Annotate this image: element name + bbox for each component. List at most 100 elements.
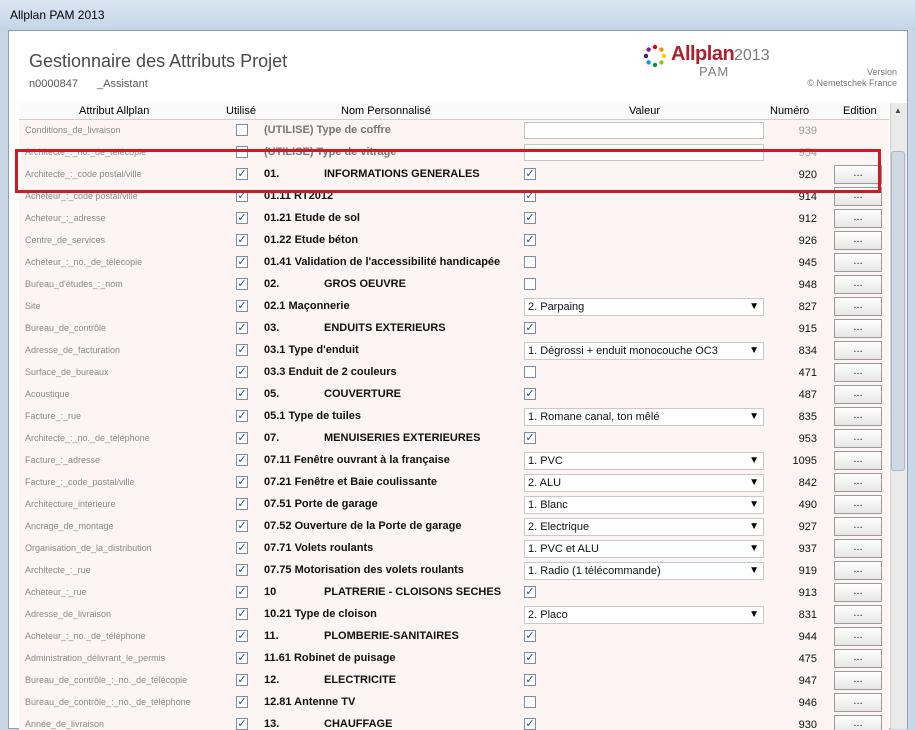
used-checkbox[interactable]: ✓ <box>236 278 248 290</box>
used-checkbox[interactable]: ✓ <box>236 498 248 510</box>
table-row: Architecte_:_code postal/ville ✓ 01. INFORM… <box>19 164 889 186</box>
value-select[interactable]: 1. Romane canal, ton mêlé ▼ <box>524 408 764 426</box>
edit-button[interactable]: ... <box>834 715 882 730</box>
value-checkbox[interactable]: ✓ <box>524 652 536 664</box>
edit-button[interactable]: ... <box>834 429 882 448</box>
col-edit[interactable]: Edition <box>843 105 877 117</box>
value-select[interactable]: 2. Parpaing ▼ <box>524 298 764 316</box>
used-checkbox[interactable] <box>236 146 248 158</box>
used-checkbox[interactable] <box>236 124 248 136</box>
edit-button[interactable]: ... <box>834 165 882 184</box>
value-checkbox[interactable]: ✓ <box>524 322 536 334</box>
value-checkbox[interactable]: ✓ <box>524 212 536 224</box>
edit-button[interactable]: ... <box>834 297 882 316</box>
col-attr[interactable]: Attribut Allplan <box>79 105 149 117</box>
custom-name-code: 12. <box>264 674 280 686</box>
used-checkbox[interactable]: ✓ <box>236 696 248 708</box>
used-checkbox[interactable]: ✓ <box>236 410 248 422</box>
used-checkbox[interactable]: ✓ <box>236 454 248 466</box>
col-number[interactable]: Numéro <box>770 105 809 117</box>
value-select[interactable]: 2. Placo ▼ <box>524 606 764 624</box>
value-checkbox[interactable] <box>524 278 536 290</box>
edit-button[interactable]: ... <box>834 231 882 250</box>
used-checkbox[interactable]: ✓ <box>236 630 248 642</box>
col-used[interactable]: Utilisé <box>226 105 256 117</box>
edit-button[interactable]: ... <box>834 583 882 602</box>
value-checkbox[interactable]: ✓ <box>524 586 536 598</box>
edit-button[interactable]: ... <box>834 605 882 624</box>
used-checkbox[interactable]: ✓ <box>236 674 248 686</box>
value-select-text: 1. PVC <box>528 455 563 467</box>
edit-button[interactable]: ... <box>834 473 882 492</box>
edit-button[interactable]: ... <box>834 539 882 558</box>
edit-button[interactable]: ... <box>834 407 882 426</box>
edit-button[interactable]: ... <box>834 187 882 206</box>
value-select[interactable]: 1. PVC ▼ <box>524 452 764 470</box>
used-checkbox[interactable]: ✓ <box>236 586 248 598</box>
value-select[interactable]: 2. Electrique ▼ <box>524 518 764 536</box>
used-checkbox[interactable]: ✓ <box>236 366 248 378</box>
value-select[interactable]: 1. PVC et ALU ▼ <box>524 540 764 558</box>
value-checkbox[interactable]: ✓ <box>524 630 536 642</box>
used-checkbox[interactable]: ✓ <box>236 542 248 554</box>
value-input[interactable] <box>524 122 764 139</box>
edit-button[interactable]: ... <box>834 561 882 580</box>
used-checkbox[interactable]: ✓ <box>236 322 248 334</box>
attribute-name: Conditions_de_livraison <box>25 125 121 135</box>
value-input[interactable] <box>524 144 764 161</box>
edit-button[interactable]: ... <box>834 253 882 272</box>
col-value[interactable]: Valeur <box>629 105 660 117</box>
value-checkbox[interactable]: ✓ <box>524 234 536 246</box>
value-checkbox[interactable]: ✓ <box>524 190 536 202</box>
used-checkbox[interactable]: ✓ <box>236 300 248 312</box>
col-name[interactable]: Nom Personnalisé <box>341 105 431 117</box>
edit-button[interactable]: ... <box>834 649 882 668</box>
edit-button[interactable]: ... <box>834 495 882 514</box>
edit-button[interactable]: ... <box>834 341 882 360</box>
value-checkbox[interactable]: ✓ <box>524 432 536 444</box>
edit-button[interactable]: ... <box>834 627 882 646</box>
used-checkbox[interactable]: ✓ <box>236 520 248 532</box>
edit-button[interactable]: ... <box>834 275 882 294</box>
value-checkbox[interactable] <box>524 256 536 268</box>
scroll-thumb[interactable] <box>891 151 905 471</box>
edit-button[interactable]: ... <box>834 385 882 404</box>
custom-name: (UTILISE) Type de coffre <box>264 124 391 136</box>
value-checkbox[interactable]: ✓ <box>524 168 536 180</box>
used-checkbox[interactable]: ✓ <box>236 718 248 730</box>
edit-button[interactable]: ... <box>834 671 882 690</box>
used-checkbox[interactable]: ✓ <box>236 388 248 400</box>
used-checkbox[interactable]: ✓ <box>236 476 248 488</box>
used-checkbox[interactable]: ✓ <box>236 212 248 224</box>
value-checkbox[interactable] <box>524 366 536 378</box>
edit-button[interactable]: ... <box>834 517 882 536</box>
used-checkbox[interactable]: ✓ <box>236 432 248 444</box>
edit-button[interactable]: ... <box>834 319 882 338</box>
value-select[interactable]: 1. Dégrossi + enduit monocouche OC3 ▼ <box>524 342 764 360</box>
used-checkbox[interactable]: ✓ <box>236 256 248 268</box>
used-checkbox[interactable]: ✓ <box>236 168 248 180</box>
value-checkbox[interactable]: ✓ <box>524 388 536 400</box>
value-select[interactable]: 1. Blanc ▼ <box>524 496 764 514</box>
attribute-name: Bureau_d'études_:_nom <box>25 279 123 289</box>
edit-button[interactable]: ... <box>834 209 882 228</box>
custom-name-section: PLATRERIE - CLOISONS SECHES <box>324 586 502 598</box>
used-checkbox[interactable]: ✓ <box>236 608 248 620</box>
used-checkbox[interactable]: ✓ <box>236 344 248 356</box>
used-checkbox[interactable]: ✓ <box>236 564 248 576</box>
table-row: Acoustique ✓ 05. COUVERTURE ✓ 487... <box>19 384 889 406</box>
edit-button[interactable]: ... <box>834 451 882 470</box>
value-checkbox[interactable]: ✓ <box>524 718 536 730</box>
edit-button[interactable]: ... <box>834 693 882 712</box>
attribute-name: Adresse_de_facturation <box>25 345 121 355</box>
used-checkbox[interactable]: ✓ <box>236 190 248 202</box>
attribute-number: 919 <box>798 565 817 577</box>
value-checkbox[interactable]: ✓ <box>524 674 536 686</box>
used-checkbox[interactable]: ✓ <box>236 234 248 246</box>
edit-button[interactable]: ... <box>834 363 882 382</box>
value-select[interactable]: 2. ALU ▼ <box>524 474 764 492</box>
used-checkbox[interactable]: ✓ <box>236 652 248 664</box>
scroll-up-icon[interactable]: ▲ <box>891 104 905 118</box>
value-select[interactable]: 1. Radio (1 télécommande) ▼ <box>524 562 764 580</box>
value-checkbox[interactable] <box>524 696 536 708</box>
